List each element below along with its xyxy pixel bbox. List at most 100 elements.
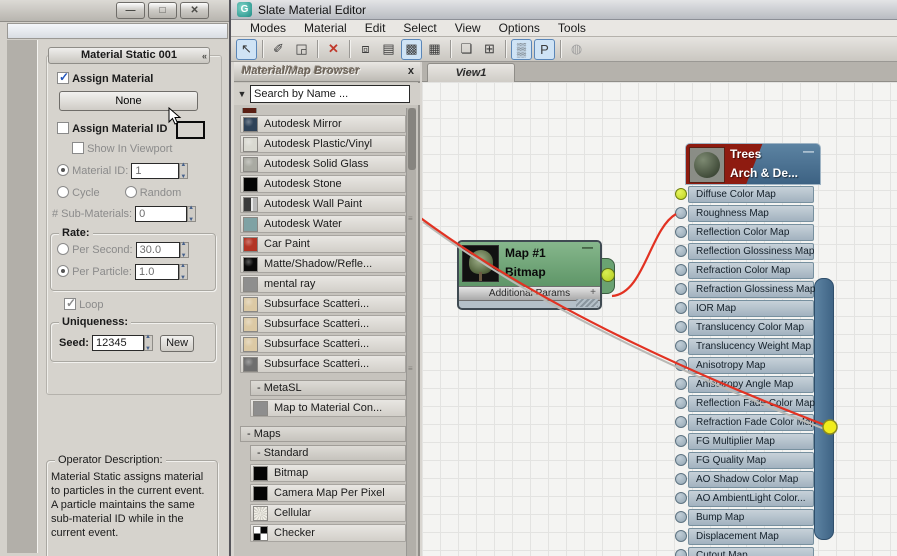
particle-view-titlebar[interactable]: — □ ✕ xyxy=(0,0,229,22)
browser-item[interactable]: Car Paint xyxy=(240,235,406,253)
per-particle-radio[interactable] xyxy=(57,264,69,277)
browser-item[interactable]: Autodesk Stone xyxy=(240,175,406,193)
map1-expand-plus-icon[interactable]: + xyxy=(590,286,596,300)
slot-input-socket[interactable] xyxy=(675,397,687,409)
sub-materials-spinner[interactable] xyxy=(187,205,197,223)
browser-item[interactable]: Autodesk Solid Glass xyxy=(240,155,406,173)
assign-material-to-selection-icon[interactable]: ◲ xyxy=(291,39,312,60)
trees-slot-roughness-map[interactable]: Roughness Map xyxy=(675,205,814,222)
slate-titlebar[interactable]: G Slate Material Editor xyxy=(231,0,897,20)
minimize-button[interactable]: — xyxy=(116,2,145,19)
menu-edit[interactable]: Edit xyxy=(356,21,395,35)
slot-input-socket[interactable] xyxy=(675,245,687,257)
menu-material[interactable]: Material xyxy=(295,21,356,35)
trees-slot-translucency-color-map[interactable]: Translucency Color Map xyxy=(675,319,814,336)
pick-material-eyedropper-icon[interactable]: ✐ xyxy=(268,39,289,60)
menu-tools[interactable]: Tools xyxy=(549,21,595,35)
trees-slot-refraction-glossiness-map[interactable]: Refraction Glossiness Map xyxy=(675,281,816,298)
browser-item[interactable]: Subsurface Scatteri... xyxy=(240,335,406,353)
rollout-header[interactable]: Material Static 001 « xyxy=(48,47,210,64)
select-tool-icon[interactable]: ↖ xyxy=(236,38,257,60)
browser-item[interactable]: Subsurface Scatteri... xyxy=(240,315,406,333)
show-background-icon[interactable]: ▦ xyxy=(424,39,445,60)
browser-item[interactable]: Camera Map Per Pixel xyxy=(250,484,406,502)
menu-view[interactable]: View xyxy=(446,21,490,35)
map1-bitmap-thumbnail[interactable] xyxy=(462,245,499,282)
node-canvas[interactable]: Trees Arch & De... — Diffuse Color Map Ro… xyxy=(422,82,897,556)
collapse-chevron-icon[interactable]: « xyxy=(202,49,207,64)
loop-checkbox[interactable]: ✓ xyxy=(64,296,76,310)
hidden-node-side-bar[interactable] xyxy=(814,278,834,540)
trees-slot-displacement-map[interactable]: Displacement Map xyxy=(675,528,814,545)
browser-item[interactable]: mental ray xyxy=(240,275,406,293)
menu-modes[interactable]: Modes xyxy=(241,21,295,35)
per-particle-spinner[interactable] xyxy=(179,263,189,281)
slot-input-socket[interactable] xyxy=(675,302,687,314)
layout-children-icon[interactable]: ⊞ xyxy=(479,39,500,60)
material-id-spinner[interactable] xyxy=(179,162,189,180)
slot-input-socket[interactable] xyxy=(675,378,687,390)
show-shaded-material-icon[interactable]: ▩ xyxy=(401,38,422,60)
seed-spinner[interactable] xyxy=(144,334,154,352)
slot-input-socket[interactable] xyxy=(675,511,687,523)
trees-slot-diffuse-color-map[interactable]: Diffuse Color Map xyxy=(675,186,814,203)
sub-materials-field[interactable]: 0 xyxy=(135,206,188,222)
trees-slot-anisotropy-map[interactable]: Anisotropy Map xyxy=(675,357,814,374)
browser-item[interactable]: Matte/Shadow/Refle... xyxy=(240,255,406,273)
show-in-viewport-checkbox[interactable] xyxy=(72,142,84,154)
browser-group-metasl[interactable]: - MetaSL xyxy=(250,380,406,396)
cycle-radio[interactable] xyxy=(57,186,69,198)
browser-header[interactable]: Material/Map Browser x xyxy=(234,62,420,82)
browser-group-maps[interactable]: - Maps xyxy=(240,426,406,442)
per-second-spinner[interactable] xyxy=(179,241,189,259)
trees-slot-reflection-glossiness-map[interactable]: Reflection Glossiness Map xyxy=(675,243,814,260)
slot-input-socket[interactable] xyxy=(675,340,687,352)
trees-slot-ior-map[interactable]: IOR Map xyxy=(675,300,814,317)
material-id-radio[interactable] xyxy=(57,163,69,176)
slot-input-socket[interactable] xyxy=(675,549,687,556)
slot-input-socket[interactable] xyxy=(675,454,687,466)
map1-output-socket[interactable] xyxy=(601,268,615,282)
browser-scrollbar[interactable]: ≡ ≡ xyxy=(406,108,416,556)
parameter-editor-toggle-icon[interactable]: P xyxy=(534,38,555,60)
slot-input-socket[interactable] xyxy=(675,226,687,238)
map1-node-body[interactable]: Map #1 Bitmap — Additional Params + xyxy=(457,240,602,310)
pan-to-selected-icon[interactable]: ◍ xyxy=(566,39,587,60)
trees-slot-fg-multiplier-map[interactable]: FG Multiplier Map xyxy=(675,433,814,450)
trees-material-thumbnail[interactable] xyxy=(689,147,725,183)
slot-input-socket[interactable] xyxy=(675,359,687,371)
assign-material-checkbox[interactable]: ✓ xyxy=(57,70,69,84)
browser-item[interactable]: Bitmap xyxy=(250,464,406,482)
map1-resize-grip[interactable] xyxy=(576,299,598,307)
per-particle-field[interactable]: 1.0 xyxy=(135,264,180,280)
random-radio[interactable] xyxy=(124,186,137,198)
browser-item[interactable]: Autodesk Plastic/Vinyl xyxy=(240,135,406,153)
slot-input-socket[interactable] xyxy=(675,435,687,447)
trees-slot-refraction-fade-color-map[interactable]: Refraction Fade Color Map xyxy=(675,414,816,431)
slot-input-socket[interactable] xyxy=(675,321,687,333)
map1-collapse-icon[interactable]: — xyxy=(582,242,593,254)
material-id-field[interactable]: 1 xyxy=(131,163,180,179)
delete-selected-icon[interactable]: ✕ xyxy=(323,39,344,60)
browser-item-partial[interactable] xyxy=(240,108,406,113)
trees-slot-ao-shadow-color-map[interactable]: AO Shadow Color Map xyxy=(675,471,814,488)
slot-input-socket[interactable] xyxy=(675,530,687,542)
slot-input-socket[interactable] xyxy=(675,264,687,276)
menu-select[interactable]: Select xyxy=(394,21,445,35)
scrollbar-thumb[interactable] xyxy=(408,108,416,170)
trees-slot-fg-quality-map[interactable]: FG Quality Map xyxy=(675,452,814,469)
move-children-icon[interactable]: ⧈ xyxy=(355,39,376,60)
slot-input-socket[interactable] xyxy=(675,188,687,200)
trees-slot-bump-map[interactable]: Bump Map xyxy=(675,509,814,526)
slot-input-socket[interactable] xyxy=(675,492,687,504)
slot-input-socket[interactable] xyxy=(675,207,687,219)
restore-button[interactable]: □ xyxy=(148,2,178,19)
trees-slot-refraction-color-map[interactable]: Refraction Color Map xyxy=(675,262,814,279)
browser-item[interactable]: Checker xyxy=(250,524,406,542)
hide-unused-nodeslots-icon[interactable]: ▤ xyxy=(378,39,399,60)
browser-item[interactable]: Autodesk Wall Paint xyxy=(240,195,406,213)
tab-view1[interactable]: View1 xyxy=(427,63,515,82)
browser-item[interactable]: Autodesk Water xyxy=(240,215,406,233)
slot-input-socket[interactable] xyxy=(675,416,687,428)
browser-item[interactable]: Cellular xyxy=(250,504,406,522)
